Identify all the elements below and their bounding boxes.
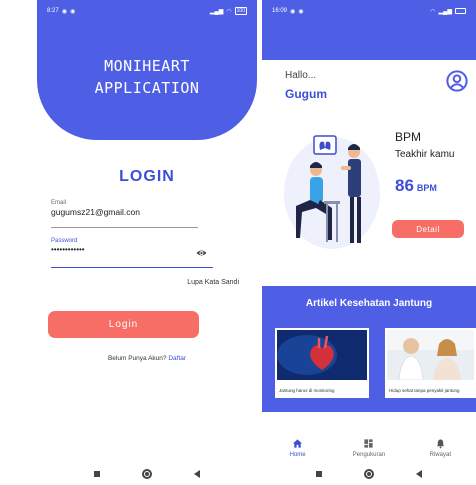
- status-time: 8:27: [47, 8, 59, 14]
- battery-icon: [455, 8, 466, 14]
- bpm-subtitle: Teakhir kamu: [395, 149, 455, 160]
- password-label: Password: [51, 238, 78, 244]
- doctor-image: [387, 330, 474, 380]
- dashboard-icon: [364, 439, 374, 448]
- tab-riwayat[interactable]: Riwayat: [410, 438, 470, 458]
- wifi-icon: ◠: [430, 8, 436, 15]
- android-nav-bar: [37, 463, 257, 485]
- back-icon[interactable]: [194, 470, 200, 478]
- login-screen: 8:27 ◉ ◉ ▂▄▆ ◠ 100 MONIHEART APPLICATION…: [37, 0, 257, 485]
- signup-link[interactable]: Daftar: [168, 355, 186, 362]
- recents-icon[interactable]: [316, 471, 322, 477]
- articles-section: Artikel Kesehatan Jantung Jantung harus …: [262, 286, 476, 412]
- status-bar: 8:27 ◉ ◉ ▂▄▆ ◠ 100: [37, 0, 257, 22]
- password-field[interactable]: Password ••••••••••••: [51, 238, 213, 268]
- article-caption: Jantung harus di monitoring: [279, 388, 335, 393]
- home-nav-icon[interactable]: [142, 469, 152, 479]
- email-value[interactable]: gugumsz21@gmail.con: [51, 207, 198, 217]
- bpm-value: 86: [395, 176, 414, 195]
- home-nav-icon[interactable]: [364, 469, 374, 479]
- notification-icon: ◉: [290, 8, 296, 15]
- wifi-icon: ◠: [226, 8, 232, 15]
- home-icon: [293, 439, 303, 448]
- email-field[interactable]: Email gugumsz21@gmail.con: [51, 200, 198, 228]
- recents-icon[interactable]: [94, 471, 100, 477]
- app-title: MONIHEART APPLICATION: [94, 57, 200, 97]
- article-card[interactable]: Jantung harus di monitoring: [275, 328, 369, 398]
- login-button[interactable]: Login: [48, 311, 199, 338]
- articles-title: Artikel Kesehatan Jantung: [305, 298, 433, 309]
- bpm-title: BPM: [395, 130, 422, 144]
- notification-icon: ◉: [298, 8, 304, 15]
- article-card[interactable]: Hidup sehat tanpa penyakit jantung: [385, 328, 476, 398]
- profile-icon[interactable]: [446, 70, 468, 92]
- android-nav-bar: [262, 463, 476, 485]
- bottom-tab-bar: Home Pengukuran Riwayat: [262, 434, 476, 466]
- back-icon[interactable]: [416, 470, 422, 478]
- signal-icon: ▂▄▆: [209, 8, 224, 15]
- password-value[interactable]: ••••••••••••: [51, 245, 213, 254]
- signup-prompt: Belum Punya Akun? Daftar: [107, 355, 187, 362]
- detail-button[interactable]: Detail: [392, 220, 464, 238]
- article-caption: Hidup sehat tanpa penyakit jantung: [389, 388, 460, 393]
- greeting: Hallo...: [285, 70, 317, 81]
- email-label: Email: [51, 200, 67, 206]
- notification-icon: ◉: [61, 8, 67, 15]
- doctor-patient-illustration: [284, 135, 380, 249]
- home-screen: 16:09 ◉ ◉ ◠ ▂▄▆ Hallo... Gugum BPM Teakh…: [262, 0, 476, 485]
- page-title: LOGIN: [119, 168, 175, 185]
- tab-pengukuran[interactable]: Pengukuran: [339, 438, 399, 458]
- bpm-reading: 86 BPM: [395, 176, 437, 196]
- signal-icon: ▂▄▆: [438, 8, 452, 15]
- user-name: Gugum: [285, 87, 327, 101]
- status-bar: 16:09 ◉ ◉ ◠ ▂▄▆: [262, 0, 476, 22]
- bpm-unit: BPM: [416, 183, 437, 193]
- battery-icon: 100: [234, 7, 247, 15]
- notification-icon: ◉: [69, 8, 76, 15]
- bell-icon: [436, 439, 444, 449]
- tab-home[interactable]: Home: [268, 438, 328, 458]
- eye-icon[interactable]: [196, 249, 207, 257]
- heart-image: [277, 330, 367, 380]
- status-time: 16:09: [272, 8, 288, 14]
- forgot-password-link[interactable]: Lupa Kata Sandi: [187, 279, 239, 286]
